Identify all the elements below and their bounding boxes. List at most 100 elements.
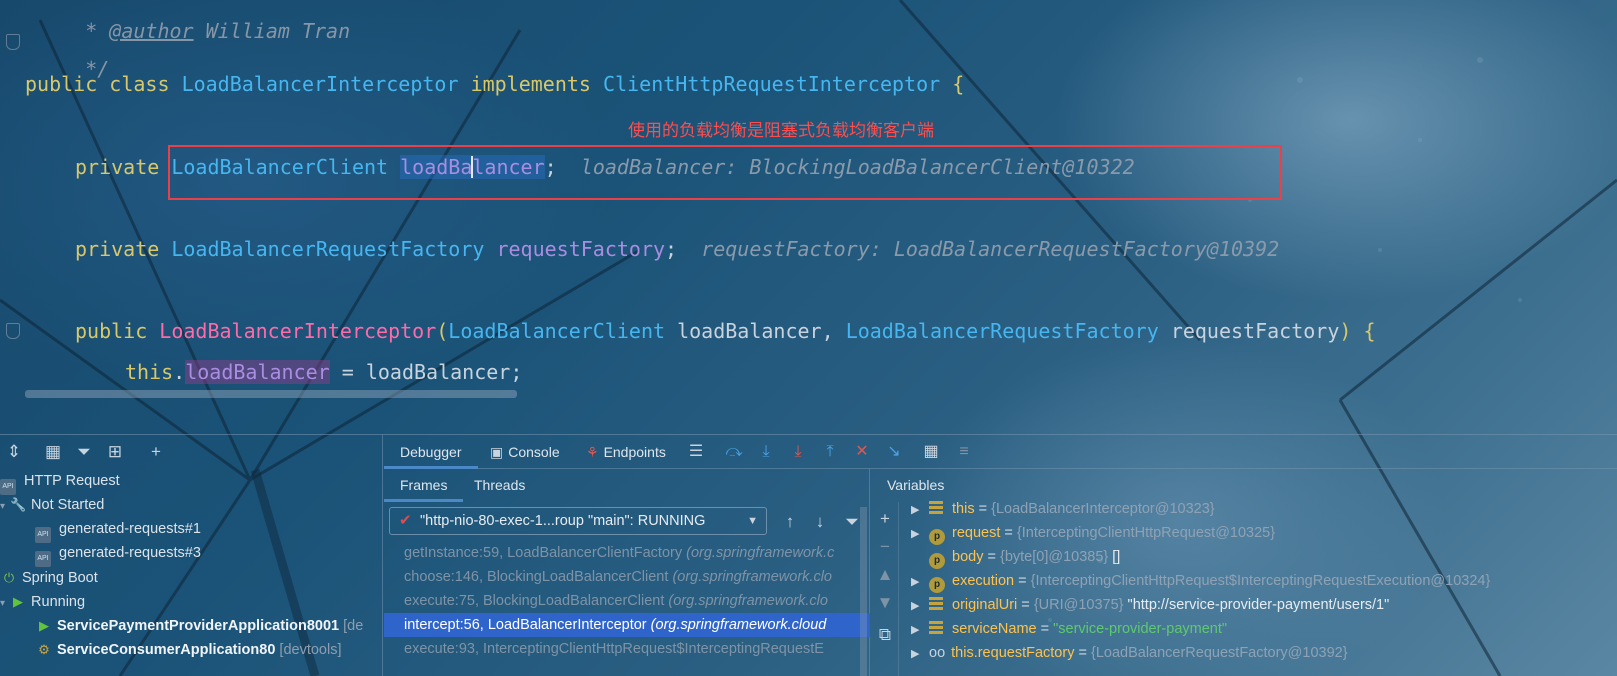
frame-row[interactable]: getInstance:59, LoadBalancerClientFactor… <box>384 541 870 565</box>
console-icon: ▣ <box>490 444 504 460</box>
variable-name: execution <box>952 573 1015 589</box>
move-up-icon[interactable]: ▲ <box>874 564 896 586</box>
tab-threads[interactable]: Threads <box>474 469 525 502</box>
class-name: LoadBalancerInterceptor <box>181 72 459 96</box>
expand-icon[interactable]: ▶ <box>911 618 929 642</box>
parameter-icon: p <box>929 553 945 569</box>
variables-side-toolbar: + − ▲ ▼ ⧉ <box>871 502 899 676</box>
tree-item-label: HTTP Request <box>24 473 120 489</box>
arrow-up-icon[interactable]: ↑ <box>779 511 801 533</box>
tree-item-not-started[interactable]: ▾ 🔧 Not Started <box>0 493 104 517</box>
author-name: William Tran <box>193 19 351 43</box>
debugger-tab-bar: Debugger ▣ Console ⚘ Endpoints ☰ ⤼ ⤓ ⤓ ⤒ ✕… <box>384 435 1617 469</box>
remove-watch-icon[interactable]: − <box>874 536 896 558</box>
add-watch-icon[interactable]: + <box>874 508 896 530</box>
run-to-cursor-icon[interactable]: ↘ <box>884 442 904 462</box>
code-line-constructor: public LoadBalancerInterceptor(LoadBalan… <box>75 318 1376 344</box>
variable-value: [] <box>1108 549 1121 565</box>
tree-item-generated-requests-3[interactable]: API generated-requests#3 <box>35 541 201 567</box>
variable-row[interactable]: ▶ serviceName = "service-provider-payment… <box>911 617 1227 641</box>
variable-name: serviceName <box>952 621 1037 637</box>
thread-selector[interactable]: ✔ "http-nio-80-exec-1...roup "main": RUN… <box>389 507 767 535</box>
tree-item-label: Running <box>31 594 86 610</box>
interface-name: ClientHttpRequestInterceptor <box>603 72 941 96</box>
code-editor[interactable]: * @author William Tran */ public class L… <box>0 0 1617 410</box>
tab-frames[interactable]: Frames <box>384 469 464 502</box>
tree-item-suffix: [devtools] <box>279 642 342 658</box>
code-line-field-requestfactory: private LoadBalancerRequestFactory reque… <box>75 236 1279 262</box>
parameter-icon: p <box>929 529 945 545</box>
frame-row[interactable]: execute:75, BlockingLoadBalancerClient (… <box>384 589 870 613</box>
constructor-name: LoadBalancerInterceptor <box>159 319 437 343</box>
fold-icon[interactable] <box>6 34 20 50</box>
expand-icon[interactable]: ▶ <box>911 642 929 666</box>
variable-row[interactable]: ▶ p execution = {InterceptingClientHttpReq… <box>911 569 1490 593</box>
frame-row[interactable]: execute:93, InterceptingClientHttpReques… <box>384 637 870 661</box>
frame-row[interactable]: choose:146, BlockingLoadBalancerClient (… <box>384 565 870 589</box>
tree-item-running[interactable]: ▾ ▶ Running <box>0 590 85 614</box>
trace-icon[interactable]: ≡ <box>954 442 974 462</box>
force-step-into-icon[interactable]: ⤓ <box>788 442 808 462</box>
frame-method: intercept:56, LoadBalancerInterceptor <box>404 617 647 633</box>
tab-console[interactable]: ▣ Console <box>490 435 560 469</box>
move-down-icon[interactable]: ▼ <box>874 592 896 614</box>
keyword-this: this <box>125 360 174 384</box>
frame-package: (org.springframework.clo <box>668 593 828 609</box>
parameter-icon: p <box>929 577 945 593</box>
tree-item-spring-boot[interactable]: ⏻ Spring Boot <box>0 566 98 590</box>
tab-label: Endpoints <box>603 444 666 460</box>
tree-item-label: Not Started <box>31 497 105 513</box>
highlight-box <box>168 145 1282 200</box>
drop-frame-icon[interactable]: ✕ <box>852 442 872 462</box>
dot: . <box>173 360 186 384</box>
filter-icon[interactable]: ⏷ <box>73 441 95 463</box>
tree-item-generated-requests-1[interactable]: API generated-requests#1 <box>35 517 201 543</box>
add-icon[interactable]: + <box>145 441 167 463</box>
expand-icon[interactable]: ▶ <box>911 594 929 618</box>
step-over-icon[interactable]: ⤓ <box>756 442 776 462</box>
variable-type: {byte[0]@10385} <box>999 549 1109 565</box>
run-icon: ▶ <box>39 618 49 633</box>
variable-type: {URI@10375} <box>1033 597 1124 613</box>
tree-item-label: generated-requests#3 <box>59 545 201 561</box>
variable-row[interactable]: ▶ this = {LoadBalancerInterceptor@10323} <box>911 497 1215 521</box>
step-out-icon[interactable]: ⤒ <box>820 442 840 462</box>
tree-item-consumer-app[interactable]: ⚙ ServiceConsumerApplication80 [devtools] <box>35 638 342 662</box>
new-tab-icon[interactable]: ⊞ <box>104 441 126 463</box>
expand-icon[interactable]: ▶ <box>911 522 929 546</box>
variable-value: "http://service-provider-payment/users/1… <box>1123 597 1390 613</box>
expand-icon[interactable]: ▶ <box>911 498 929 522</box>
frame-row-selected[interactable]: intercept:56, LoadBalancerInterceptor (o… <box>384 613 870 637</box>
arrow-down-icon[interactable]: ↓ <box>809 511 831 533</box>
fold-icon[interactable] <box>6 323 20 339</box>
keyword-private: private <box>75 155 160 179</box>
copy-icon[interactable]: ⧉ <box>874 624 896 646</box>
tree-item-http-request[interactable]: API HTTP Request <box>0 469 120 495</box>
spring-app-icon: ⚙ <box>38 642 50 657</box>
variable-row[interactable]: ▶ originalUri = {URI@10375} "http://servi… <box>911 593 1389 617</box>
group-icon[interactable]: ▦ <box>42 441 64 463</box>
evaluate-expression-icon[interactable]: ▦ <box>921 442 941 462</box>
wrench-icon: 🔧 <box>9 497 27 512</box>
variable-row[interactable]: p body = {byte[0]@10385} [] <box>911 545 1120 569</box>
collapse-all-icon[interactable]: ⇕ <box>3 441 25 463</box>
paren-open: ( <box>436 319 449 343</box>
keyword-public: public <box>25 72 98 96</box>
assign-rest: = loadBalancer; <box>329 360 523 384</box>
tree-item-label: generated-requests#1 <box>59 521 201 537</box>
tree-item-payment-provider-app[interactable]: ▶ ServicePaymentProviderApplication8001 [… <box>35 614 363 638</box>
keyword-class: class <box>109 72 170 96</box>
variable-row[interactable]: ▶ oo this.requestFactory = {LoadBalancerRe… <box>911 641 1348 665</box>
expand-icon[interactable]: ▶ <box>911 570 929 594</box>
variable-name: originalUri <box>952 597 1018 613</box>
tab-debugger[interactable]: Debugger <box>384 435 478 469</box>
variable-type: {LoadBalancerInterceptor@10323} <box>991 501 1215 517</box>
variable-type: {InterceptingClientHttpRequest@10325} <box>1016 525 1276 541</box>
variable-row[interactable]: ▶ p request = {InterceptingClientHttpReque… <box>911 521 1275 545</box>
code-line-assign: this.loadBalancer = loadBalancer; <box>125 359 522 385</box>
tab-endpoints[interactable]: ⚘ Endpoints <box>586 435 666 469</box>
menu-icon[interactable]: ☰ <box>686 442 706 462</box>
vertical-scrollbar[interactable] <box>860 507 867 676</box>
show-execution-point-icon[interactable]: ⤼ <box>724 442 744 462</box>
horizontal-scrollbar[interactable] <box>25 390 517 398</box>
